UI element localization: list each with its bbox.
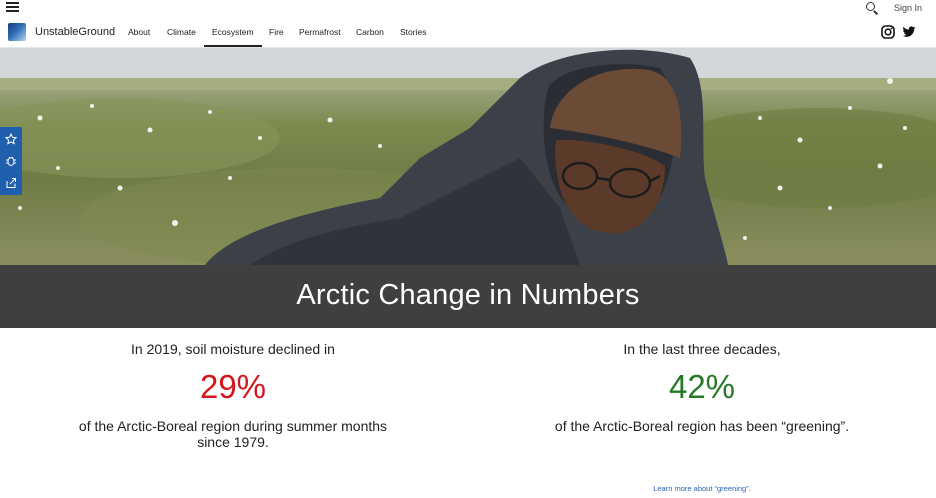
stat-description: of the Arctic-Boreal region during summe… [78, 418, 388, 450]
nav-item-ecosystem[interactable]: Ecosystem [212, 27, 254, 37]
stat-value: 29% [199, 368, 267, 405]
utility-bar: Sign In [0, 0, 936, 16]
brand-link[interactable]: UnstableGround [35, 26, 115, 38]
stat-lead: In 2019, soil moisture declined in [131, 341, 335, 357]
nav-item-stories[interactable]: Stories [400, 27, 426, 37]
stat-card-soil-moisture: In 2019, soil moisture declined in 29% o… [53, 340, 413, 450]
hero-image [0, 48, 936, 265]
logo-icon[interactable] [8, 23, 26, 41]
instagram-icon[interactable] [881, 25, 895, 39]
learn-more-greening-link[interactable]: Learn more about “greening”. [587, 484, 817, 493]
nav-item-climate[interactable]: Climate [167, 27, 196, 37]
hamburger-icon[interactable] [6, 2, 19, 13]
active-nav-indicator [204, 45, 262, 47]
star-icon[interactable] [0, 128, 22, 150]
stat-description: of the Arctic-Boreal region has been “gr… [554, 418, 850, 434]
title-band: Arctic Change in Numbers [0, 265, 936, 328]
main-nav: UnstableGround About Climate Ecosystem F… [0, 16, 936, 48]
search-icon[interactable] [866, 2, 879, 15]
share-icon[interactable] [0, 172, 22, 194]
share-rail [0, 127, 22, 195]
sign-in-link[interactable]: Sign In [894, 3, 922, 13]
nav-item-carbon[interactable]: Carbon [356, 27, 384, 37]
stat-value: 42% [668, 368, 736, 405]
nav-item-about[interactable]: About [128, 27, 150, 37]
stat-lead: In the last three decades, [623, 341, 781, 357]
twitter-icon[interactable] [902, 25, 916, 39]
nav-item-fire[interactable]: Fire [269, 27, 284, 37]
stat-card-greening: In the last three decades, 42% of the Ar… [522, 340, 882, 434]
page-title: Arctic Change in Numbers [296, 279, 640, 311]
nav-item-permafrost[interactable]: Permafrost [299, 27, 341, 37]
bug-icon[interactable] [0, 150, 22, 172]
